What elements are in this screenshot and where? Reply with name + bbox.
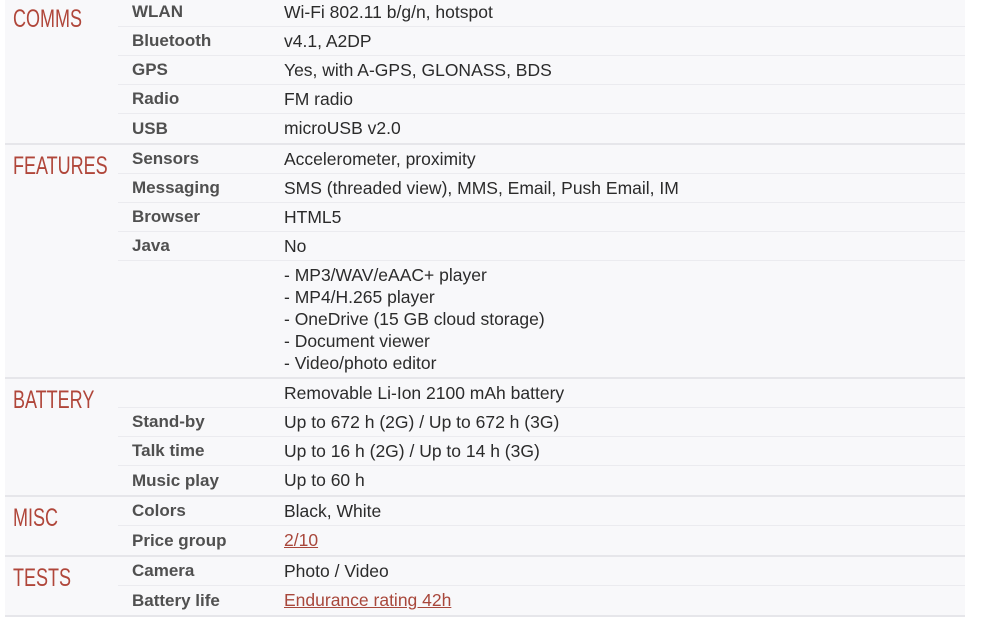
spec-label: GPS (132, 60, 168, 79)
spec-label: Price group (132, 530, 227, 550)
section-rows: Camera Photo / Video Battery life Endurance… (118, 557, 965, 615)
section-title: BATTERY (5, 379, 118, 495)
section-title: COMMS (5, 0, 118, 143)
spec-value: v4.1, A2DP (284, 30, 372, 51)
section-rows: WLAN Wi-Fi 802.11 b/g/n, hotspot Bluetooth… (118, 0, 965, 143)
spec-value: Up to 16 h (2G) / Up to 14 h (3G) (284, 440, 540, 461)
section-title-text: FEATURES (13, 152, 108, 180)
spec-value: Endurance rating 42h (284, 590, 451, 611)
spec-row-sensors: Sensors Accelerometer, proximity (118, 145, 965, 174)
spec-label: Java (132, 236, 170, 255)
spec-row-radio: Radio FM radio (118, 85, 965, 114)
spec-value: SMS (threaded view), MMS, Email, Push Em… (284, 177, 679, 198)
spec-label: Talk time (132, 441, 205, 460)
spec-value-link[interactable]: Endurance rating 42h (284, 590, 451, 610)
spec-value-line: - OneDrive (15 GB cloud storage) (284, 309, 545, 329)
spec-row-browser: Browser HTML5 (118, 203, 965, 232)
spec-row-talk-time: Talk time Up to 16 h (2G) / Up to 14 h (3… (118, 437, 965, 466)
spec-value: Wi-Fi 802.11 b/g/n, hotspot (284, 1, 493, 22)
spec-label: Radio (132, 89, 180, 108)
spec-value: Up to 60 h (284, 470, 365, 490)
section-title: MISC (5, 497, 118, 555)
spec-value: Accelerometer, proximity (284, 148, 476, 169)
spec-value-link[interactable]: 2/10 (284, 530, 318, 550)
spec-row-messaging: Messaging SMS (threaded view), MMS, Email… (118, 174, 965, 203)
spec-value: - MP3/WAV/eAAC+ player - MP4/H.265 player… (284, 264, 545, 374)
spec-value: HTML5 (284, 206, 342, 227)
spec-value-line: - Document viewer (284, 331, 430, 351)
spec-row-music-play: Music play Up to 60 h (118, 466, 965, 495)
spec-label: Music play (132, 470, 219, 490)
spec-value: Black, White (284, 500, 382, 521)
spec-value: Removable Li-Ion 2100 mAh battery (284, 382, 565, 403)
spec-label: Battery life (132, 590, 220, 610)
spec-value: Up to 672 h (2G) / Up to 672 h (3G) (284, 411, 560, 432)
spec-value: Photo / Video (284, 560, 389, 581)
spec-value: 2/10 (284, 530, 318, 551)
spec-label: Stand-by (132, 412, 205, 431)
spec-row-price-group: Price group 2/10 (118, 526, 965, 555)
section-rows: Sensors Accelerometer, proximity Messaging… (118, 145, 965, 377)
spec-row-blank: - MP3/WAV/eAAC+ player - MP4/H.265 player… (118, 261, 965, 377)
spec-row-stand-by: Stand-by Up to 672 h (2G) / Up to 672 h (… (118, 408, 965, 437)
spec-row-wlan: WLAN Wi-Fi 802.11 b/g/n, hotspot (118, 0, 965, 27)
spec-value-line: - MP4/H.265 player (284, 287, 435, 307)
section-tests: TESTS Camera Photo / Video Battery life Endu… (5, 557, 965, 617)
section-title-text: BATTERY (13, 386, 95, 414)
spec-label: Messaging (132, 178, 220, 197)
section-rows: Removable Li-Ion 2100 mAh battery Stand-b… (118, 379, 965, 495)
section-title-text: TESTS (13, 564, 72, 592)
section-title: FEATURES (5, 145, 118, 377)
spec-row-colors: Colors Black, White (118, 497, 965, 526)
spec-row-usb: USB microUSB v2.0 (118, 114, 965, 143)
spec-label: USB (132, 118, 168, 138)
spec-row-java: Java No (118, 232, 965, 261)
spec-row-bluetooth: Bluetooth v4.1, A2DP (118, 27, 965, 56)
section-comms: COMMS WLAN Wi-Fi 802.11 b/g/n, hotspot Blue… (5, 0, 965, 145)
spec-label: Browser (132, 207, 201, 226)
spec-table: COMMS WLAN Wi-Fi 802.11 b/g/n, hotspot Blue… (5, 0, 965, 617)
section-rows: Colors Black, White Price group 2/10 (118, 497, 965, 555)
spec-value-line: - Video/photo editor (284, 353, 437, 373)
spec-label: Colors (132, 501, 186, 520)
spec-label: Sensors (132, 149, 200, 168)
section-battery: BATTERY Removable Li-Ion 2100 mAh battery… (5, 379, 965, 497)
spec-label: Camera (132, 561, 195, 580)
section-features: FEATURES Sensors Accelerometer, proximity M… (5, 145, 965, 379)
spec-label: WLAN (132, 2, 183, 21)
section-misc: MISC Colors Black, White Price group 2/10 (5, 497, 965, 557)
section-title-text: MISC (13, 504, 58, 532)
spec-row-blank: Removable Li-Ion 2100 mAh battery (118, 379, 965, 408)
section-title-text: COMMS (13, 5, 82, 33)
spec-row-battery-life: Battery life Endurance rating 42h (118, 586, 965, 615)
spec-value: FM radio (284, 88, 354, 109)
spec-value: Yes, with A-GPS, GLONASS, BDS (284, 59, 552, 80)
spec-value-line: - MP3/WAV/eAAC+ player (284, 265, 487, 285)
spec-row-gps: GPS Yes, with A-GPS, GLONASS, BDS (118, 56, 965, 85)
spec-value: microUSB v2.0 (284, 118, 401, 138)
section-title: TESTS (5, 557, 118, 615)
spec-label: Bluetooth (132, 31, 212, 50)
spec-value: No (284, 235, 307, 256)
spec-row-camera: Camera Photo / Video (118, 557, 965, 586)
